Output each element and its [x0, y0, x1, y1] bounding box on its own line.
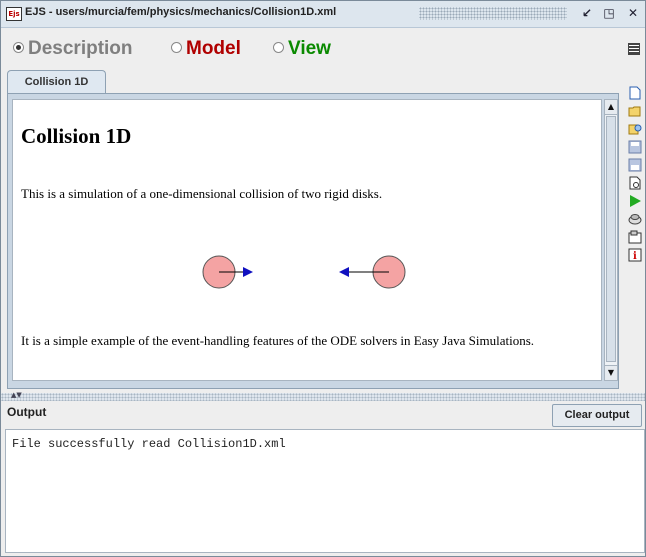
- close-icon[interactable]: ✕: [625, 5, 641, 21]
- description-document[interactable]: Collision 1D This is a simulation of a o…: [12, 99, 602, 381]
- output-area[interactable]: File successfully read Collision1D.xml: [5, 429, 645, 553]
- ejs-logo-icon: Ejs: [6, 7, 22, 21]
- maximize-icon[interactable]: ◳: [601, 5, 617, 21]
- save-as-icon[interactable]: [628, 157, 642, 172]
- new-file-icon[interactable]: [628, 85, 642, 100]
- clear-output-button[interactable]: Clear output: [552, 404, 642, 427]
- description-scrollbar[interactable]: ▲ ▼: [604, 99, 618, 381]
- scroll-up-icon[interactable]: ▲: [605, 100, 617, 115]
- output-title: Output: [7, 405, 47, 419]
- scroll-thumb[interactable]: [606, 116, 616, 362]
- ejs-window: Ejs EJS - users/murcia/fem/physics/mecha…: [0, 0, 646, 557]
- description-paragraph-2: It is a simple example of the event-hand…: [21, 333, 535, 348]
- preferences-icon[interactable]: [628, 229, 642, 244]
- search-icon[interactable]: [628, 175, 642, 190]
- radio-view-label: View: [288, 38, 331, 59]
- radio-indicator: [171, 42, 182, 53]
- save-icon[interactable]: [628, 139, 642, 154]
- title-bar-grip: [419, 7, 567, 20]
- radio-model-label: Model: [186, 38, 241, 59]
- window-title: EJS - users/murcia/fem/physics/mechanics…: [25, 6, 337, 18]
- splitter-arrows-icon[interactable]: ▲▼: [11, 391, 22, 399]
- package-icon[interactable]: [628, 211, 642, 225]
- radio-description-label: Description: [28, 38, 133, 59]
- title-bar[interactable]: Ejs EJS - users/murcia/fem/physics/mecha…: [1, 1, 645, 28]
- restore-icon[interactable]: ↙: [579, 5, 595, 21]
- search-examples-icon[interactable]: [628, 121, 642, 135]
- radio-indicator: [273, 42, 284, 53]
- left-velocity-arrowhead: [243, 267, 253, 277]
- run-icon[interactable]: [628, 193, 642, 207]
- info-icon[interactable]: i: [628, 247, 642, 262]
- right-velocity-arrowhead: [339, 267, 349, 277]
- menu-icon[interactable]: [628, 43, 640, 55]
- open-folder-icon[interactable]: [628, 103, 642, 117]
- radio-indicator: [13, 42, 24, 53]
- description-panel: Collision 1D This is a simulation of a o…: [7, 93, 619, 389]
- tab-collision-1d[interactable]: Collision 1D: [7, 70, 106, 94]
- right-toolbar: i: [623, 69, 645, 399]
- scroll-down-icon[interactable]: ▼: [605, 365, 617, 380]
- output-line: File successfully read Collision1D.xml: [12, 437, 286, 451]
- svg-text:i: i: [633, 251, 637, 262]
- mode-selector: Description Model View: [1, 28, 645, 68]
- panel-splitter[interactable]: ▲▼: [1, 391, 645, 401]
